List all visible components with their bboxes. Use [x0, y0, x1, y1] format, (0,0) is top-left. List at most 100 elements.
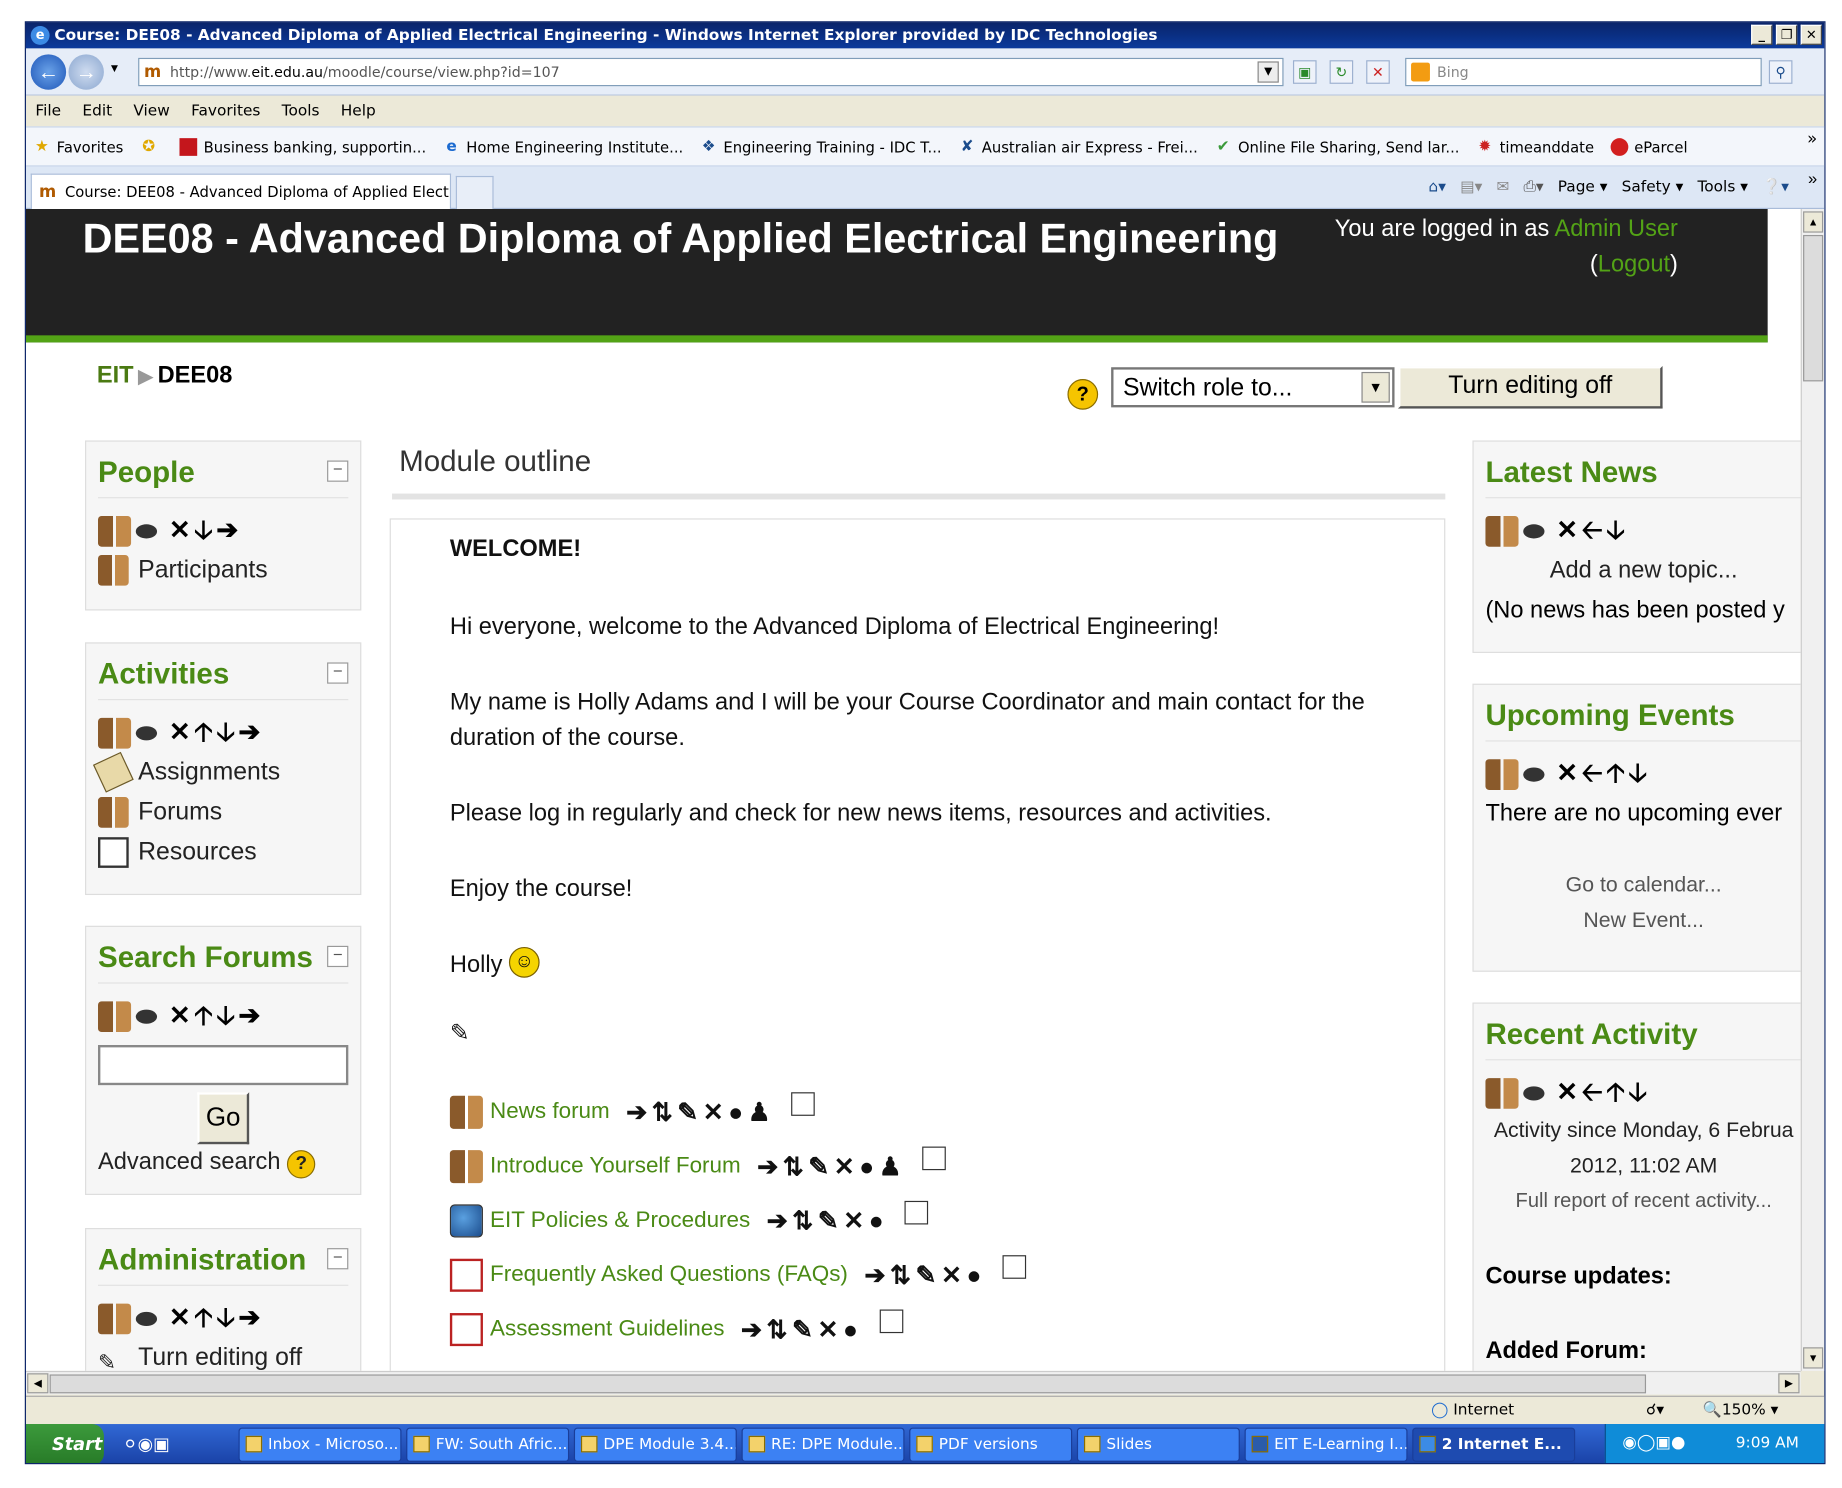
stop-icon[interactable]: ✕	[1366, 60, 1390, 84]
assessment-link[interactable]: Assessment Guidelines	[490, 1317, 724, 1343]
edit-summary-icon[interactable]: ✎	[450, 1015, 1371, 1050]
vertical-scrollbar[interactable]: ▲ ▼	[1800, 209, 1825, 1371]
task-eit-elearning[interactable]: EIT E-Learning I...	[1244, 1427, 1408, 1462]
zoom-control[interactable]: 🔍150% ▾	[1703, 1402, 1779, 1420]
resources-link[interactable]: Resources	[98, 832, 348, 872]
delete-icon[interactable]: ✕	[1556, 515, 1581, 545]
menu-view[interactable]: View	[133, 102, 169, 120]
hide-icon[interactable]	[135, 1312, 158, 1327]
favorite-link-6[interactable]: ✹ timeanddate	[1476, 138, 1594, 156]
activity-edit-icons[interactable]: ➔⇅✎✕●	[864, 1261, 986, 1291]
introduce-forum-link[interactable]: Introduce Yourself Forum	[490, 1154, 741, 1180]
roles-icon[interactable]	[98, 1303, 132, 1335]
safety-menu[interactable]: Safety ▾	[1622, 178, 1684, 196]
add-favorite-button[interactable]: ✪	[140, 138, 164, 156]
new-tab-button[interactable]	[455, 175, 494, 210]
task-internet-explorer[interactable]: 2 Internet E...	[1412, 1427, 1576, 1462]
favorite-link-2[interactable]: e Home Engineering Institute...	[443, 138, 683, 156]
more-favorites-chevron-icon[interactable]: »	[1807, 130, 1817, 149]
favorite-link-5[interactable]: ✔ Online File Sharing, Send lar...	[1214, 138, 1460, 156]
feeds-icon[interactable]: ▤▾	[1460, 178, 1482, 196]
favorite-link-1[interactable]: Business banking, supportin...	[180, 137, 426, 156]
roles-icon[interactable]	[1485, 516, 1519, 547]
menu-file[interactable]: File	[35, 102, 61, 120]
policies-link[interactable]: EIT Policies & Procedures	[490, 1208, 750, 1234]
move-right-icon[interactable]: ➔	[239, 1000, 264, 1030]
activity-edit-icons[interactable]: ➔⇅✎✕●♟	[757, 1152, 906, 1182]
scroll-down-icon[interactable]: ▼	[1803, 1347, 1824, 1369]
delete-icon[interactable]: ✕	[169, 515, 194, 545]
search-icon[interactable]: ⚲	[1768, 60, 1793, 84]
move-down-icon[interactable]: 🡣	[1606, 515, 1628, 545]
select-checkbox[interactable]	[922, 1146, 947, 1171]
go-to-calendar-link[interactable]: Go to calendar...	[1485, 867, 1800, 902]
move-down-icon[interactable]: 🡣	[1628, 758, 1650, 788]
breadcrumb-eit[interactable]: EIT	[97, 363, 134, 389]
hide-icon[interactable]	[135, 726, 158, 741]
move-right-icon[interactable]: ➔	[239, 1302, 264, 1332]
move-down-icon[interactable]: 🡣	[216, 717, 238, 747]
news-forum-link[interactable]: News forum	[490, 1099, 610, 1125]
menu-favorites[interactable]: Favorites	[191, 102, 260, 120]
hide-icon[interactable]	[135, 524, 158, 539]
add-topic-link[interactable]: Add a new topic...	[1485, 550, 1800, 590]
refresh-icon[interactable]: ↻	[1329, 60, 1354, 84]
task-re-dpe-module[interactable]: RE: DPE Module...	[741, 1427, 905, 1462]
logout-link[interactable]: Logout	[1598, 252, 1670, 278]
select-checkbox[interactable]	[1002, 1255, 1027, 1279]
favorites-button[interactable]: ★ Favorites	[33, 138, 123, 156]
favorite-link-3[interactable]: ❖ Engineering Training - IDC T...	[700, 138, 942, 156]
delete-icon[interactable]: ✕	[1556, 758, 1581, 788]
task-dpe-module[interactable]: DPE Module 3.4...	[573, 1427, 737, 1462]
move-down-icon[interactable]: 🡣	[194, 515, 216, 545]
scroll-right-icon[interactable]: ▶	[1778, 1373, 1800, 1394]
address-bar[interactable]: m http://www.eit.edu.au/moodle/course/vi…	[138, 57, 1284, 87]
forward-button[interactable]: →	[68, 54, 104, 90]
select-checkbox[interactable]	[791, 1092, 816, 1116]
scroll-up-icon[interactable]: ▲	[1803, 211, 1824, 233]
participants-link[interactable]: Participants	[98, 550, 348, 590]
delete-icon[interactable]: ✕	[1556, 1077, 1581, 1107]
minimize-button[interactable]: _	[1751, 24, 1773, 45]
search-input[interactable]: Bing	[1405, 57, 1762, 87]
menu-help[interactable]: Help	[341, 102, 376, 120]
user-link[interactable]: Admin User	[1555, 216, 1678, 242]
quick-launch-icons[interactable]: ⚪◉▣	[123, 1433, 170, 1454]
go-button[interactable]: Go	[197, 1092, 250, 1145]
print-icon[interactable]: ⎙▾	[1524, 178, 1544, 196]
move-up-icon[interactable]: 🡡	[1606, 1077, 1628, 1107]
favorite-link-4[interactable]: ✘ Australian air Express - Frei...	[958, 138, 1198, 156]
scroll-thumb[interactable]	[1803, 234, 1824, 382]
delete-icon[interactable]: ✕	[169, 1000, 194, 1030]
tray-icons[interactable]: ◉◯▣●	[1622, 1433, 1685, 1452]
forums-link[interactable]: Forums	[98, 792, 348, 832]
close-button[interactable]: ✕	[1800, 24, 1822, 45]
roles-icon[interactable]	[1485, 1078, 1519, 1109]
menu-edit[interactable]: Edit	[82, 102, 112, 120]
move-right-icon[interactable]: ➔	[216, 515, 241, 545]
roles-icon[interactable]	[98, 1001, 132, 1033]
collapse-icon[interactable]: −	[327, 461, 349, 482]
move-up-icon[interactable]: 🡡	[1606, 758, 1628, 788]
activity-edit-icons[interactable]: ➔⇅✎✕●	[767, 1206, 889, 1236]
start-button[interactable]: Start	[25, 1424, 104, 1464]
task-slides[interactable]: Slides	[1076, 1427, 1240, 1462]
compatibility-icon[interactable]: ▣	[1292, 60, 1317, 84]
task-inbox[interactable]: Inbox - Microso...	[238, 1427, 402, 1462]
move-up-icon[interactable]: 🡡	[194, 717, 216, 747]
page-menu[interactable]: Page ▾	[1558, 178, 1608, 196]
forum-search-input[interactable]	[98, 1045, 349, 1086]
roles-icon[interactable]	[98, 718, 132, 749]
select-checkbox[interactable]	[905, 1200, 929, 1225]
mail-icon[interactable]: ✉	[1496, 178, 1509, 196]
more-commands-chevron-icon[interactable]: »	[1808, 169, 1817, 188]
home-icon[interactable]: ⌂▾	[1428, 178, 1445, 196]
activity-edit-icons[interactable]: ➔⇅✎✕●	[741, 1315, 863, 1345]
tools-menu[interactable]: Tools ▾	[1698, 178, 1748, 196]
delete-icon[interactable]: ✕	[169, 717, 194, 747]
scroll-thumb[interactable]	[49, 1374, 1647, 1394]
move-down-icon[interactable]: 🡣	[1628, 1077, 1650, 1107]
hide-icon[interactable]	[1523, 524, 1545, 539]
assignments-link[interactable]: Assignments	[92, 752, 348, 794]
delete-icon[interactable]: ✕	[169, 1302, 194, 1332]
